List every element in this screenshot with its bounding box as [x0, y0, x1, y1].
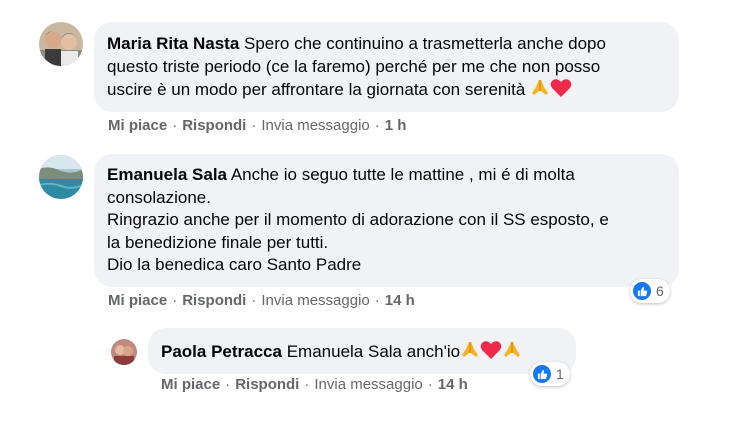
reaction-count[interactable]: 6: [630, 279, 670, 303]
separator: ·: [374, 292, 380, 309]
reply-bubble: Paola Petracca Emanuela Sala anch'io: [148, 328, 576, 374]
comment-bubble: Maria Rita Nasta Spero che continuino a …: [94, 22, 679, 112]
reply-author[interactable]: Paola Petracca: [161, 342, 282, 361]
reaction-number: 6: [656, 283, 664, 299]
like-link[interactable]: Mi piace: [108, 117, 167, 134]
avatar[interactable]: [39, 22, 83, 66]
separator: ·: [374, 117, 380, 134]
timestamp[interactable]: 14 h: [385, 292, 415, 309]
separator: ·: [172, 292, 178, 309]
comment-text: consolazione.: [107, 187, 211, 207]
user-photo-icon: [39, 155, 83, 199]
reply-link[interactable]: Rispondi: [182, 117, 246, 134]
avatar[interactable]: [39, 155, 83, 199]
reply-link[interactable]: Rispondi: [182, 292, 246, 309]
like-icon: [633, 282, 651, 300]
separator: ·: [251, 117, 257, 134]
red-heart-icon: [480, 340, 502, 367]
comment-author[interactable]: Maria Rita Nasta: [107, 34, 239, 53]
comment-text: Dio la benedica caro Santo Padre: [107, 255, 362, 274]
folded-hands-icon: [530, 78, 550, 105]
separator: ·: [427, 376, 433, 393]
comment-text: Anche io seguo tutte le mattine , mi é d…: [230, 165, 575, 184]
mention-link[interactable]: Emanuela Sala: [287, 342, 402, 361]
comment-text: questo triste periodo (ce la faremo) per…: [107, 56, 601, 76]
comment-text: Ringrazio anche per il momento di adoraz…: [107, 210, 609, 229]
avatar[interactable]: [111, 339, 137, 365]
comment-actions: Mi piace · Rispondi · Invia messaggio · 1 h: [108, 117, 406, 134]
separator: ·: [304, 376, 310, 393]
separator: ·: [251, 292, 257, 309]
timestamp[interactable]: 14 h: [438, 376, 468, 393]
user-photo-icon: [39, 22, 83, 66]
comment-bubble: Emanuela Sala Anche io seguo tutte le ma…: [94, 154, 679, 287]
like-link[interactable]: Mi piace: [108, 292, 167, 309]
like-icon: [533, 365, 551, 383]
comment-text: uscire è un modo per affrontare la giorn…: [107, 80, 526, 99]
comment-actions: Mi piace · Rispondi · Invia messaggio · 14 h: [108, 292, 415, 309]
reaction-count[interactable]: 1: [530, 362, 570, 386]
send-message-link[interactable]: Invia messaggio: [261, 292, 369, 309]
red-heart-icon: [550, 78, 572, 105]
reply-actions: Mi piace · Rispondi · Invia messaggio · 14 h: [161, 376, 468, 393]
reaction-number: 1: [556, 366, 564, 382]
folded-hands-icon: [502, 340, 522, 367]
send-message-link[interactable]: Invia messaggio: [261, 117, 369, 134]
like-link[interactable]: Mi piace: [161, 376, 220, 393]
comment-text: la benedizione finale per tutti.: [107, 232, 329, 252]
folded-hands-icon: [460, 340, 480, 367]
reply-link[interactable]: Rispondi: [235, 376, 299, 393]
separator: ·: [172, 117, 178, 134]
separator: ·: [225, 376, 231, 393]
user-photo-icon: [111, 339, 137, 365]
reply-text: anch'io: [406, 342, 461, 361]
comment-author[interactable]: Emanuela Sala: [107, 165, 227, 184]
send-message-link[interactable]: Invia messaggio: [314, 376, 422, 393]
timestamp[interactable]: 1 h: [385, 117, 407, 134]
comment-text: Spero che continuino a trasmetterla anch…: [244, 34, 606, 53]
